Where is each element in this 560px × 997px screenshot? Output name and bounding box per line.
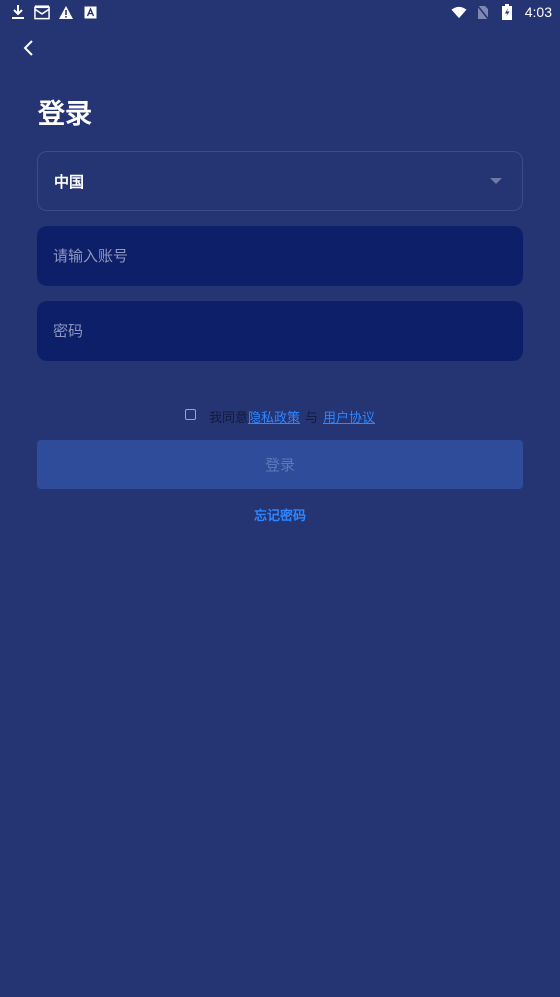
battery-charging-icon bbox=[499, 4, 515, 20]
back-button[interactable] bbox=[14, 34, 42, 62]
password-field-wrapper bbox=[37, 301, 523, 361]
download-icon bbox=[10, 4, 26, 20]
login-button[interactable]: 登录 bbox=[37, 440, 523, 489]
password-input[interactable] bbox=[53, 301, 507, 361]
status-bar: 4:03 bbox=[0, 0, 560, 24]
agreement-row: 我同意 隐私政策 与 用户协议 bbox=[0, 407, 560, 426]
forgot-password-link[interactable]: 忘记密码 bbox=[0, 505, 560, 524]
warning-icon bbox=[58, 4, 74, 20]
no-sim-icon bbox=[475, 4, 491, 20]
account-field-wrapper bbox=[37, 226, 523, 286]
caret-down-icon bbox=[490, 178, 502, 184]
country-value: 中国 bbox=[54, 172, 85, 191]
agree-prefix: 我同意 bbox=[208, 411, 248, 426]
agree-separator: 与 bbox=[305, 411, 319, 426]
agree-checkbox[interactable] bbox=[184, 409, 196, 420]
terms-link[interactable]: 用户协议 bbox=[323, 407, 375, 426]
status-time: 4:03 bbox=[524, 4, 552, 20]
page-title: 登录 bbox=[38, 99, 92, 130]
privacy-policy-link[interactable]: 隐私政策 bbox=[248, 407, 300, 426]
a-box-icon bbox=[82, 4, 98, 20]
status-right: 4:03 bbox=[451, 4, 552, 20]
mail-icon bbox=[34, 4, 50, 20]
wifi-icon bbox=[451, 4, 467, 20]
account-input[interactable] bbox=[53, 226, 507, 286]
country-select[interactable]: 中国 bbox=[37, 151, 523, 211]
chevron-left-icon bbox=[23, 40, 33, 56]
status-left bbox=[10, 4, 98, 20]
